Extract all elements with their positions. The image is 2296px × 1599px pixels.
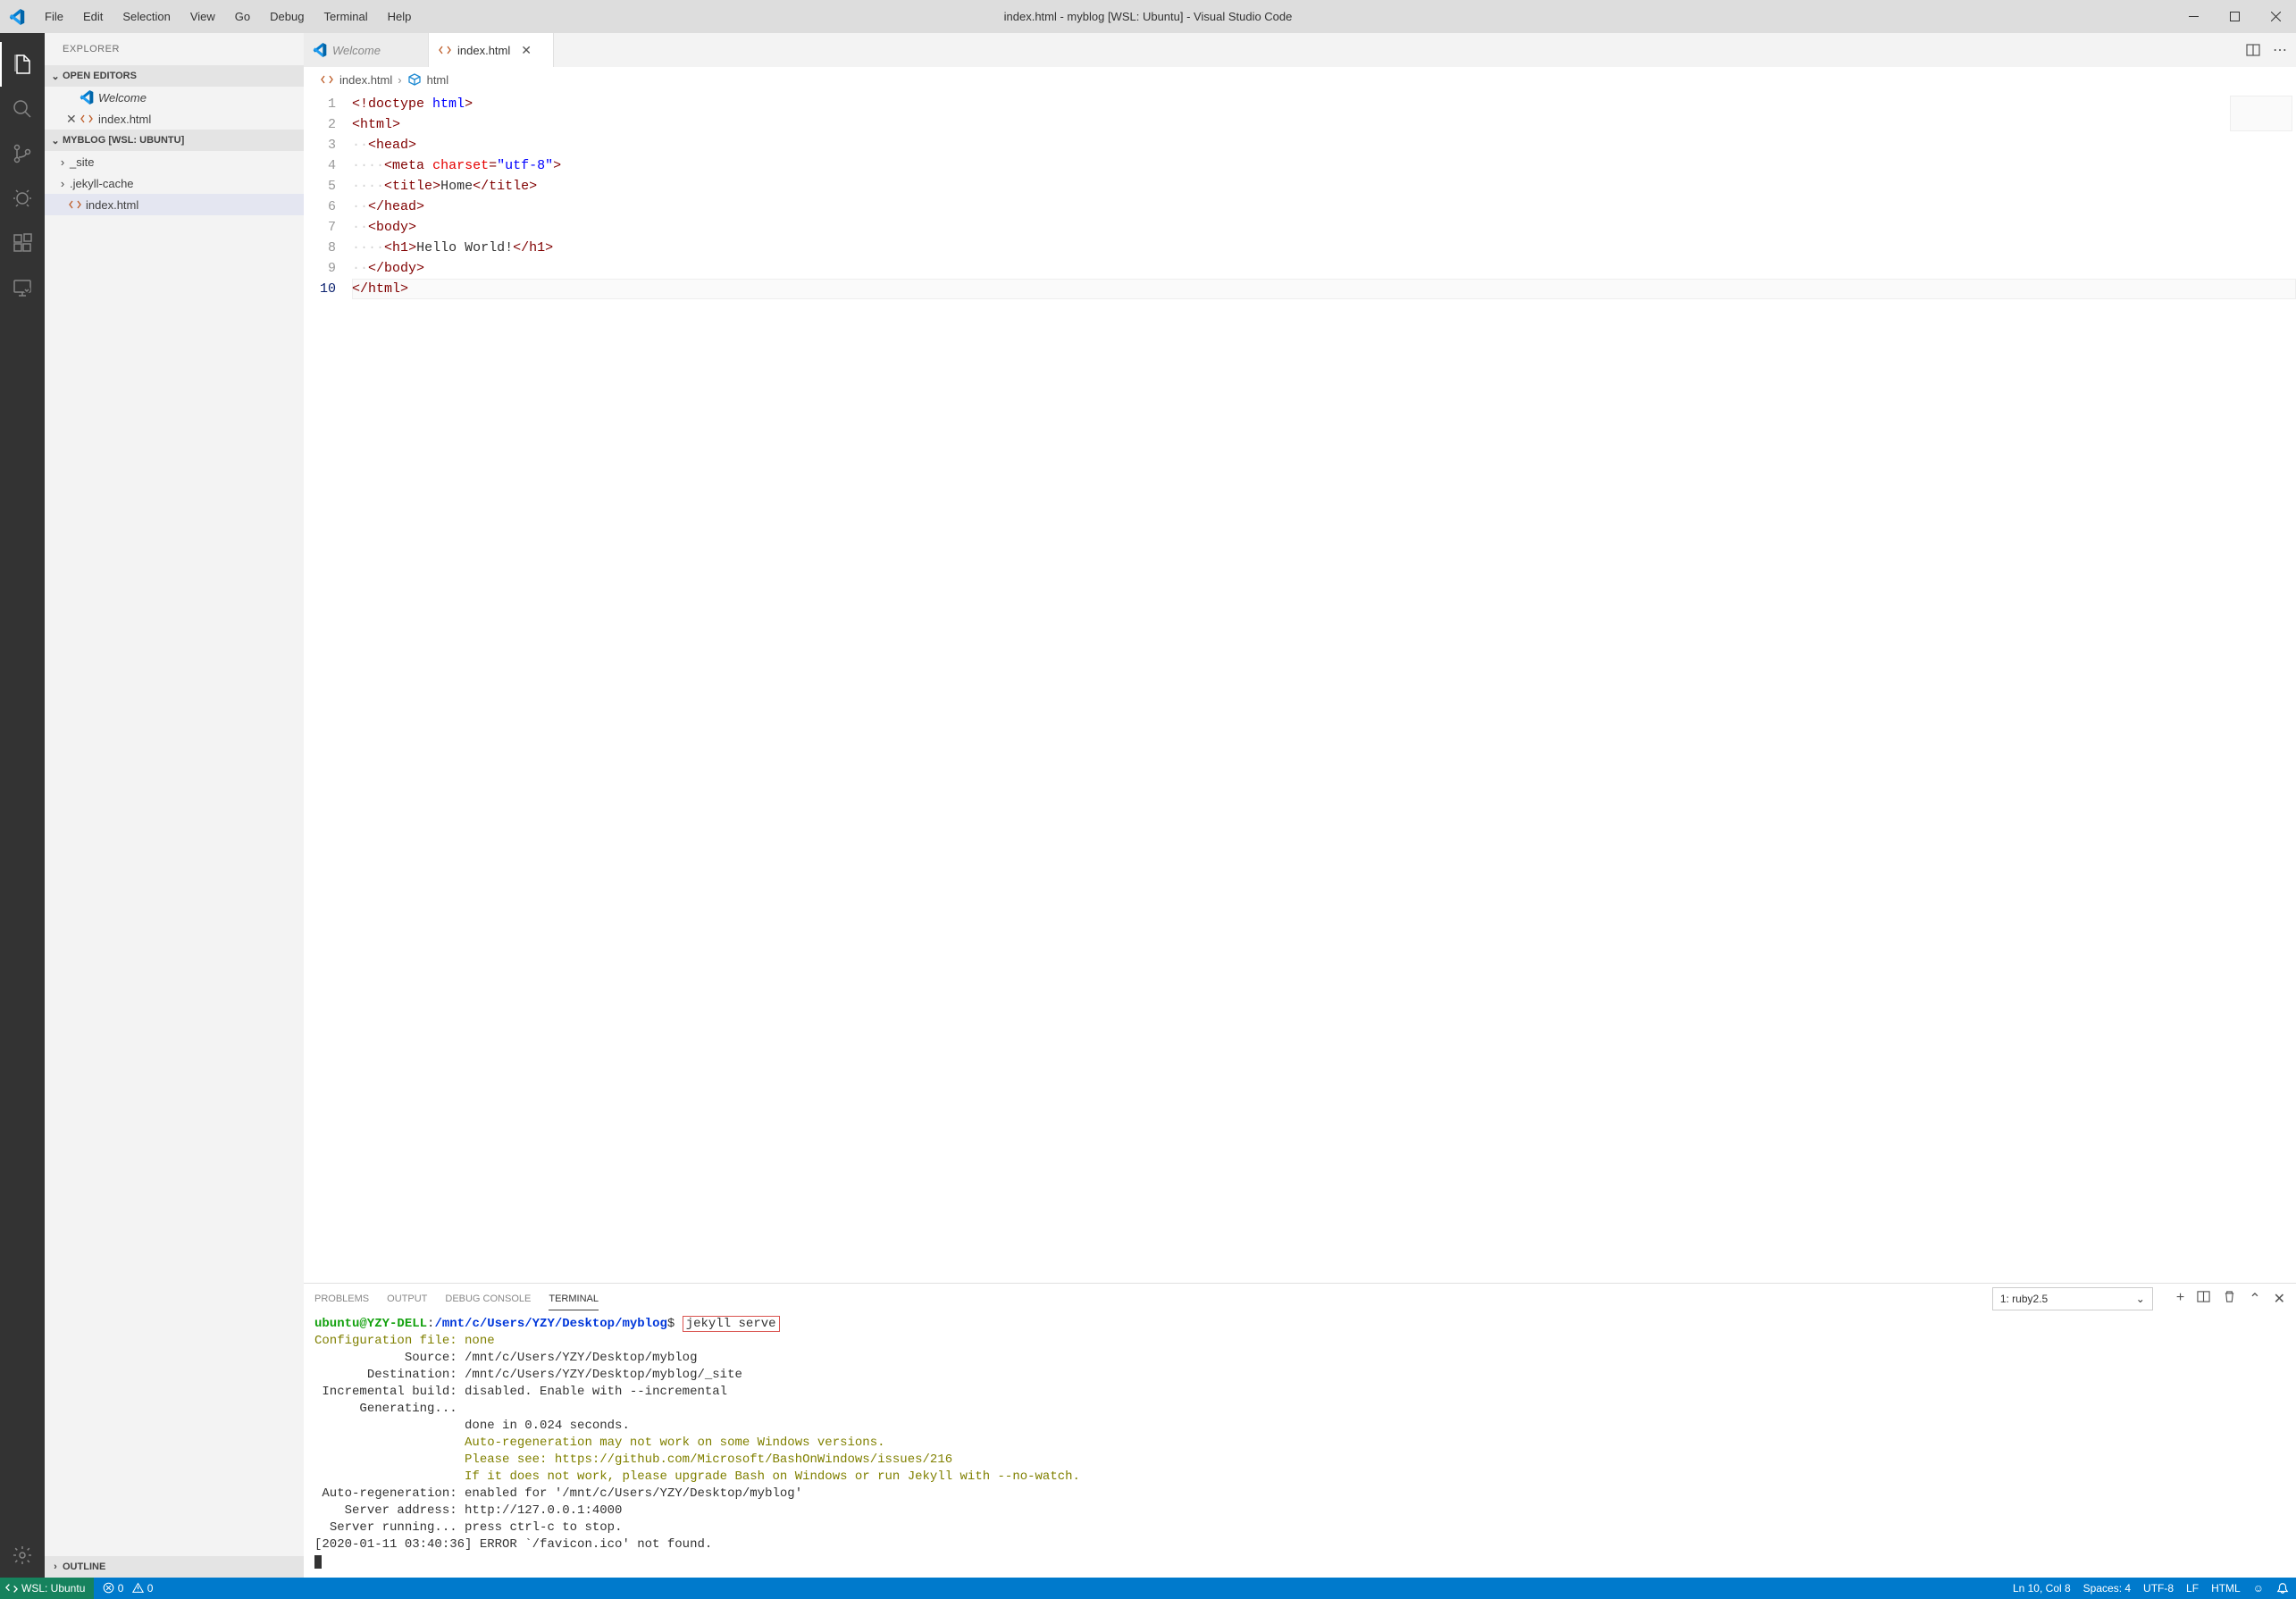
- more-actions-icon[interactable]: ⋯: [2273, 41, 2287, 59]
- indentation[interactable]: Spaces: 4: [2083, 1582, 2131, 1595]
- close-tab-icon[interactable]: ✕: [521, 43, 532, 58]
- menu-bar: FileEditSelectionViewGoDebugTerminalHelp: [36, 3, 420, 30]
- panel: PROBLEMS OUTPUT DEBUG CONSOLE TERMINAL 1: r…: [304, 1283, 2296, 1578]
- panel-tab-output[interactable]: OUTPUT: [387, 1288, 427, 1310]
- problems-indicator[interactable]: 0 0: [103, 1582, 153, 1595]
- split-editor-icon[interactable]: [2246, 43, 2260, 57]
- activity-bar: [0, 33, 45, 1578]
- panel-tab-terminal[interactable]: TERMINAL: [549, 1288, 599, 1310]
- minimap[interactable]: [2230, 96, 2292, 131]
- maximize-button[interactable]: [2214, 0, 2255, 33]
- language-mode[interactable]: HTML: [2211, 1582, 2241, 1595]
- tree-item[interactable]: ›.jekyll-cache: [45, 172, 304, 194]
- close-icon[interactable]: ✕: [66, 112, 79, 127]
- chevron-right-icon: ›: [48, 1561, 63, 1572]
- chevron-right-icon: ›: [55, 155, 70, 169]
- sidebar: EXPLORER ⌄ OPEN EDITORS Welcome✕index.ht…: [45, 33, 304, 1578]
- project-section[interactable]: ⌄ MYBLOG [WSL: UBUNTU]: [45, 130, 304, 151]
- chevron-down-icon: ⌄: [2136, 1293, 2145, 1305]
- code-editor[interactable]: 12345678910 <!doctype html><html>··<head…: [304, 92, 2296, 1283]
- open-editor-item[interactable]: Welcome: [45, 87, 304, 108]
- vscode-logo-icon: [9, 9, 25, 25]
- editor-tabs: Welcomeindex.html✕ ⋯: [304, 33, 2296, 67]
- tree-item[interactable]: index.html: [45, 194, 304, 215]
- menu-go[interactable]: Go: [226, 3, 259, 30]
- html-file-icon: [320, 72, 334, 87]
- status-bar: WSL: Ubuntu 0 0 Ln 10, Col 8 Spaces: 4 U…: [0, 1578, 2296, 1599]
- debug-icon[interactable]: [0, 176, 45, 221]
- close-window-button[interactable]: [2255, 0, 2296, 33]
- menu-edit[interactable]: Edit: [74, 3, 112, 30]
- source-control-icon[interactable]: [0, 131, 45, 176]
- explorer-icon[interactable]: [0, 42, 45, 87]
- maximize-panel-icon[interactable]: ⌃: [2249, 1290, 2260, 1308]
- search-icon[interactable]: [0, 87, 45, 131]
- terminal-command: jekyll serve: [683, 1316, 780, 1332]
- chevron-down-icon: ⌄: [48, 135, 63, 147]
- encoding[interactable]: UTF-8: [2143, 1582, 2174, 1595]
- window-title: index.html - myblog [WSL: Ubuntu] - Visu…: [1004, 10, 1293, 23]
- new-terminal-icon[interactable]: +: [2176, 1290, 2184, 1308]
- chevron-right-icon: ›: [55, 177, 70, 190]
- split-terminal-icon[interactable]: [2197, 1290, 2210, 1308]
- open-editors-section[interactable]: ⌄ OPEN EDITORS: [45, 65, 304, 87]
- menu-terminal[interactable]: Terminal: [314, 3, 376, 30]
- editor-tab[interactable]: index.html✕: [429, 33, 554, 67]
- kill-terminal-icon[interactable]: [2223, 1290, 2236, 1308]
- outline-section[interactable]: › OUTLINE: [45, 1556, 304, 1578]
- vscode-icon: [313, 43, 327, 57]
- feedback-icon[interactable]: ☺: [2253, 1582, 2264, 1595]
- menu-selection[interactable]: Selection: [113, 3, 179, 30]
- breadcrumbs[interactable]: index.html › html: [304, 67, 2296, 92]
- remote-explorer-icon[interactable]: [0, 265, 45, 310]
- extensions-icon[interactable]: [0, 221, 45, 265]
- editor-tab[interactable]: Welcome: [304, 33, 429, 67]
- remote-indicator[interactable]: WSL: Ubuntu: [0, 1578, 94, 1599]
- html-icon: [438, 43, 452, 57]
- eol[interactable]: LF: [2186, 1582, 2199, 1595]
- terminal[interactable]: ubuntu@YZY-DELL:/mnt/c/Users/YZY/Desktop…: [304, 1314, 2296, 1578]
- tree-item[interactable]: ›_site: [45, 151, 304, 172]
- cursor-position[interactable]: Ln 10, Col 8: [2013, 1582, 2071, 1595]
- titlebar: FileEditSelectionViewGoDebugTerminalHelp…: [0, 0, 2296, 33]
- open-editor-item[interactable]: ✕index.html: [45, 108, 304, 130]
- panel-tab-debug-console[interactable]: DEBUG CONSOLE: [445, 1288, 531, 1310]
- notifications-icon[interactable]: [2276, 1582, 2289, 1595]
- close-panel-icon[interactable]: ✕: [2274, 1290, 2285, 1308]
- settings-gear-icon[interactable]: [0, 1533, 45, 1578]
- minimize-button[interactable]: [2173, 0, 2214, 33]
- symbol-icon: [407, 72, 422, 87]
- vscode-icon: [79, 90, 95, 105]
- menu-view[interactable]: View: [181, 3, 224, 30]
- chevron-down-icon: ⌄: [48, 71, 63, 82]
- menu-debug[interactable]: Debug: [261, 3, 313, 30]
- terminal-selector[interactable]: 1: ruby2.5 ⌄: [1992, 1287, 2153, 1310]
- html-file-icon: [68, 197, 82, 212]
- panel-tab-problems[interactable]: PROBLEMS: [314, 1288, 369, 1310]
- sidebar-header: EXPLORER: [45, 33, 304, 65]
- menu-file[interactable]: File: [36, 3, 72, 30]
- menu-help[interactable]: Help: [379, 3, 421, 30]
- html-icon: [79, 112, 95, 126]
